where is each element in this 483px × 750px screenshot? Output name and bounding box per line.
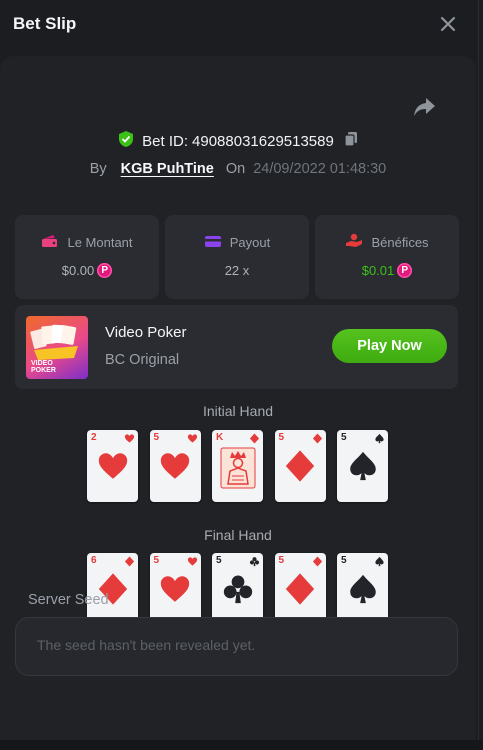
diamond-suit-icon [283, 449, 317, 488]
final-card-5: 5 [337, 553, 388, 625]
payout-value: 22 x [224, 262, 250, 278]
card-rank: 5 [341, 555, 347, 566]
card-rank: 5 [278, 432, 285, 443]
card-rank: 5 [216, 555, 222, 566]
bet-id-row: Bet ID: 49088031629513589 [0, 130, 476, 152]
card-payment-icon [204, 234, 222, 251]
game-name: Video Poker [105, 324, 187, 341]
server-seed-field[interactable]: The seed hasn't been revealed yet. [15, 617, 458, 676]
initial-hand-title: Initial Hand [202, 403, 274, 419]
diamond-corner-icon [312, 433, 323, 447]
payout-card: Payout 22 x [165, 215, 309, 299]
bet-datetime: 24/09/2022 01:48:30 [253, 161, 387, 177]
final-hand-title: Final Hand [204, 527, 272, 543]
heart-suit-icon [158, 572, 192, 611]
diamond-corner-icon [249, 433, 260, 447]
initial-card-5: 5 [337, 430, 388, 502]
modal-title: Bet Slip [13, 14, 77, 33]
heart-corner-icon [187, 433, 198, 447]
bet-id-value: 49088031629513589 [192, 132, 334, 150]
spade-suit-icon [346, 449, 380, 488]
page-bottom-strip [0, 740, 483, 750]
wallet-icon [41, 234, 59, 251]
spade-corner-icon [374, 556, 385, 570]
card-rank: K [216, 432, 224, 443]
profit-label: Bénéfices [371, 234, 429, 250]
club-suit-icon [221, 572, 255, 611]
copy-icon[interactable] [344, 131, 358, 151]
heart-corner-icon [124, 433, 135, 447]
final-card-2: 5 [149, 553, 201, 625]
bet-id-label: Bet ID: [142, 132, 189, 150]
final-card-1: 6 [87, 553, 138, 625]
initial-card-1: 2 [87, 430, 138, 502]
initial-card-4: 5 [274, 430, 326, 502]
coin-icon: P [97, 262, 113, 278]
bet-author-row: By KGB PuhTine On 24/09/2022 01:48:30 [0, 159, 476, 179]
username-link[interactable]: KGB PuhTine [121, 161, 214, 177]
diamond-corner-icon [312, 556, 323, 570]
card-rank: 5 [278, 555, 285, 566]
by-label: By [89, 161, 107, 177]
server-seed-label: Server Seed [28, 592, 109, 608]
thumb-text-video: VIDEO [31, 360, 53, 367]
profit-hand-icon [345, 233, 363, 251]
modal-header: Bet Slip [0, 0, 478, 48]
club-corner-icon [249, 556, 260, 570]
card-rank: 5 [153, 432, 160, 443]
initial-card-3: K [212, 430, 263, 502]
profit-value: $0.01 [361, 262, 395, 278]
diamond-corner-icon [124, 556, 135, 570]
play-now-button[interactable]: Play Now [332, 329, 447, 363]
share-icon[interactable] [413, 96, 437, 118]
diamond-suit-icon [283, 572, 317, 611]
amount-value: $0.00 [61, 262, 95, 278]
spade-corner-icon [374, 433, 385, 447]
heart-suit-icon [158, 449, 192, 488]
on-label: On [225, 161, 246, 177]
heart-corner-icon [187, 556, 198, 570]
card-rank: 2 [91, 432, 97, 443]
heart-suit-icon [96, 449, 130, 488]
bet-stats: Le Montant $0.00 P Payout 22 x Bénéfices… [15, 215, 459, 299]
coin-icon: P [397, 262, 413, 278]
final-card-3: 5 [212, 553, 263, 625]
game-card: VIDEO POKER Video Poker BC Original Play… [15, 305, 458, 389]
card-rank: 5 [153, 555, 160, 566]
video-poker-thumbnail[interactable]: VIDEO POKER [26, 316, 88, 379]
amount-card: Le Montant $0.00 P [15, 215, 159, 299]
final-hand-cards: 6 5 5 5 5 [87, 553, 389, 625]
thumb-text-poker: POKER [31, 367, 56, 374]
game-provider: BC Original [105, 352, 180, 368]
close-icon[interactable] [437, 13, 459, 35]
server-seed-placeholder: The seed hasn't been revealed yet. [37, 637, 256, 653]
amount-label: Le Montant [67, 234, 133, 250]
payout-label: Payout [229, 234, 271, 250]
king-figure-icon [220, 447, 255, 489]
bet-slip-modal: Bet Slip Bet ID: 49088031629513589 By KG… [0, 0, 479, 750]
card-rank: 6 [91, 555, 97, 566]
profit-card: Bénéfices $0.01 P [315, 215, 459, 299]
initial-hand-cards: 2 5 K 5 5 [87, 430, 389, 502]
spade-suit-icon [346, 572, 380, 611]
card-rank: 5 [341, 432, 347, 443]
initial-card-2: 5 [149, 430, 201, 502]
final-card-4: 5 [274, 553, 326, 625]
verified-shield-icon [118, 130, 134, 152]
